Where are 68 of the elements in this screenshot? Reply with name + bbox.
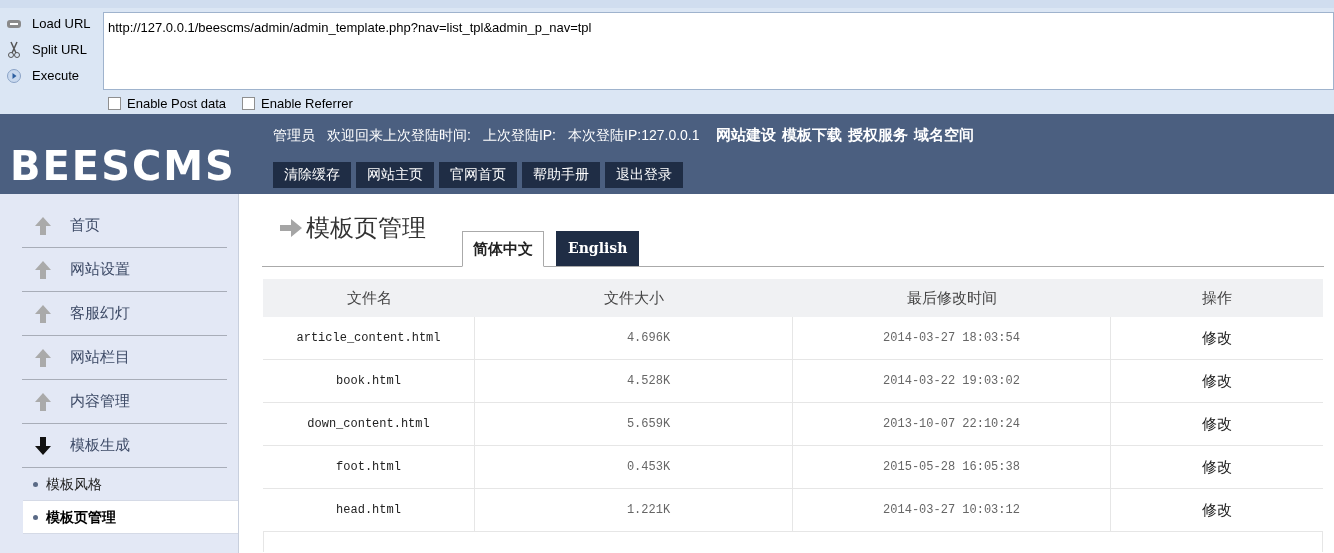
table-cell: 2014-03-22 19:03:02 [793,360,1111,402]
header-link[interactable]: 授权服务 [847,124,908,147]
url-action-button[interactable]: Split URL [28,40,91,60]
edit-link[interactable]: 修改 [1111,403,1323,445]
sidebar-item[interactable]: 模板生成 [22,424,227,468]
play-icon [7,69,21,83]
table-cell: article_content.html [263,317,475,359]
column-header: 文件名 [345,287,393,308]
header-button[interactable]: 网站主页 [356,161,434,188]
edit-link[interactable]: 修改 [1111,446,1323,488]
logo: BEESCMS [10,146,236,186]
header-button[interactable]: 退出登录 [605,161,683,188]
url-field[interactable]: http://127.0.0.1/beescms/admin/admin_template.php?nav=list_tpl&admin_p_nav=tpl [103,12,1334,90]
header-button[interactable]: 官网首页 [439,161,517,188]
sidebar-item[interactable]: 网站栏目 [22,336,227,380]
table-cell: 4.696K [475,317,793,359]
table-cell: head.html [263,489,475,531]
arrow-up-icon [34,260,52,279]
link-icon [6,18,22,30]
edit-link[interactable]: 修改 [1111,489,1323,531]
sidebar-item[interactable]: 客服幻灯 [22,292,227,336]
table-cell: 2014-03-27 10:03:12 [793,489,1111,531]
table-cell: down_content.html [263,403,475,445]
header-info-text: 欢迎回来上次登陆时间: [327,125,471,145]
sidebar-item[interactable]: 首页 [22,204,227,248]
header-link[interactable]: 模板下载 [781,124,842,147]
bullet-icon [33,481,38,487]
scissors-icon [8,41,20,59]
arrow-up-icon [34,304,52,323]
header-info-text: 管理员 [273,125,315,145]
table-cell: book.html [263,360,475,402]
sidebar-subitem[interactable]: 模板页管理 [23,501,238,534]
edit-link[interactable]: 修改 [1111,317,1323,359]
table-cell: 4.528K [475,360,793,402]
edit-link[interactable]: 修改 [1111,360,1323,402]
checkbox[interactable] [108,97,121,111]
table-cell: 2013-10-07 22:10:24 [793,403,1111,445]
header-info-text: 本次登陆IP:127.0.0.1 [568,125,700,145]
table-cell: 0.453K [475,446,793,488]
url-action-button[interactable]: Execute [28,66,83,86]
page-title: 模板页管理 [306,213,426,243]
bullet-icon [33,514,38,520]
table-cell: 2014-03-27 18:03:54 [793,317,1111,359]
checkbox[interactable] [242,97,256,111]
arrow-up-icon [34,348,52,367]
header-info-text: 上次登陆IP: [482,125,556,145]
header-button[interactable]: 清除缓存 [273,161,351,188]
sidebar-item[interactable]: 网站设置 [22,248,227,292]
arrow-right-icon [280,219,302,237]
column-header: 文件大小 [603,287,665,308]
header-link[interactable]: 网站建设 [715,124,776,147]
column-header: 操作 [1201,287,1233,308]
table-cell: 1.221K [475,489,793,531]
table-cell: 2015-05-28 16:05:38 [793,446,1111,488]
tab[interactable]: 简体中文 [462,231,544,267]
header-link[interactable]: 域名空间 [913,124,974,147]
sidebar-item[interactable]: 内容管理 [22,380,227,424]
url-action-button[interactable]: Load URL [28,14,95,34]
tab[interactable]: English [556,231,640,266]
table-cell: 5.659K [475,403,793,445]
header-button[interactable]: 帮助手册 [522,161,600,188]
column-header: 最后修改时间 [906,287,998,308]
arrow-up-icon [34,392,52,411]
table-cell: foot.html [263,446,475,488]
arrow-up-icon [34,216,52,235]
checkbox-label: Enable Referrer [261,95,353,113]
checkbox-label: Enable Post data [127,95,227,113]
arrow-down-icon [34,436,52,455]
